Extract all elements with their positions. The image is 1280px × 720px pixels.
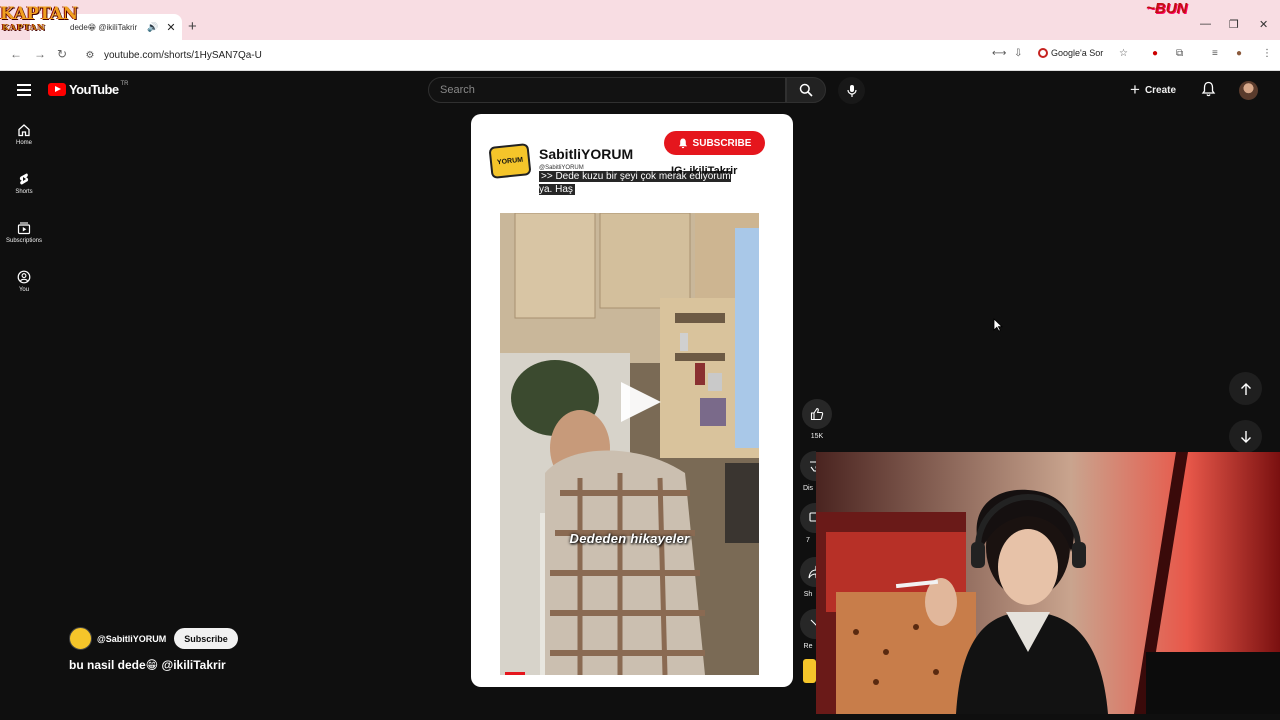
plus-icon: + — [1130, 80, 1140, 99]
streamer-logo-overlay: KAPTAN KAPTAN — [0, 4, 80, 34]
extension-icon[interactable]: ● — [1152, 48, 1158, 59]
browser-toolbar: ← → ↻ ⚙ youtube.com/shorts/1HySAN7Qa-U ⟷… — [0, 40, 1280, 71]
subscribe-label: Subscribe — [184, 633, 228, 644]
streamer-logo-text: KAPTAN — [0, 4, 78, 24]
media-controls-icon[interactable]: ≡ — [1212, 48, 1218, 59]
google-lens-icon — [1038, 48, 1048, 58]
like-button[interactable]: 15K — [800, 399, 834, 440]
streamer-logo-subtext: KAPTAN — [2, 22, 46, 32]
bookmark-star-icon[interactable]: ☆ — [1119, 48, 1128, 59]
subscribe-banner-label: SUBSCRIBE — [692, 137, 752, 149]
next-short-button[interactable] — [1229, 420, 1262, 453]
sidebar-item-shorts[interactable]: Shorts — [0, 172, 48, 195]
channel-logo-text: YORUM — [496, 156, 524, 166]
subscribe-banner-button[interactable]: SUBSCRIBE — [664, 131, 765, 155]
close-tab-icon[interactable]: ✕ — [166, 21, 175, 34]
thumbs-down-icon — [810, 461, 816, 472]
browser-tab-strip: dede😁 @ikiliTakrir 🔊 ✕ + ~BUN — ❐ ✕ — [0, 0, 1280, 40]
translate-icon[interactable]: ⟷ — [992, 48, 1006, 59]
create-label: Create — [1144, 84, 1177, 96]
url-text: youtube.com/shorts/1HySAN7Qa-U — [104, 50, 262, 61]
voice-search-button[interactable] — [838, 77, 865, 104]
home-icon — [18, 124, 30, 137]
close-window-icon[interactable]: ✕ — [1259, 18, 1268, 31]
arrow-down-icon — [1240, 430, 1251, 443]
channel-logo: YORUM — [488, 142, 532, 180]
youtube-play-icon — [48, 83, 66, 96]
channel-handle-link[interactable]: @SabitliYORUM — [97, 634, 166, 644]
reload-icon[interactable]: ↻ — [57, 47, 67, 61]
sidebar-item-label: You — [18, 287, 30, 293]
tab-title: dede😁 @ikiliTakrir — [70, 22, 138, 32]
thumbs-up-icon — [810, 407, 824, 421]
remix-label: Re — [803, 643, 813, 650]
short-title: bu nasil dede😁 @ikiliTakrir — [69, 658, 226, 672]
channel-name: SabitliYORUM — [539, 146, 634, 162]
microphone-icon — [846, 84, 857, 97]
comments-count: 7 — [806, 537, 810, 544]
sidebar-item-label: Subscriptions — [5, 238, 43, 244]
remix-button[interactable]: Re — [800, 609, 816, 650]
like-count: 15K — [810, 433, 824, 440]
restore-icon[interactable]: ❐ — [1229, 18, 1239, 31]
sidebar-item-label: Home — [15, 140, 32, 146]
ask-google-button[interactable]: Google'a Sor — [1038, 48, 1103, 58]
sidebar-item-home[interactable]: Home — [0, 123, 48, 146]
minimize-icon[interactable]: — — [1200, 18, 1211, 30]
site-info-icon[interactable]: ⚙ — [80, 50, 100, 61]
bell-icon — [678, 138, 687, 148]
video-scene-image — [500, 213, 759, 675]
address-bar[interactable]: ⚙ youtube.com/shorts/1HySAN7Qa-U — [80, 44, 1140, 67]
subscribe-button[interactable]: Subscribe — [174, 628, 238, 649]
youtube-logo-text: YouTube — [69, 82, 119, 97]
mouse-cursor-icon — [993, 318, 1003, 332]
dislike-button[interactable]: Dis — [800, 451, 816, 492]
create-button[interactable]: + Create — [1130, 79, 1176, 101]
new-tab-button[interactable]: + — [188, 18, 197, 35]
notifications-bell-icon[interactable] — [1201, 81, 1216, 102]
share-label: Sh — [803, 591, 813, 598]
share-button[interactable]: Sh — [800, 557, 816, 598]
menu-dots-icon[interactable]: ⋮ — [1262, 48, 1272, 59]
video-progress-bar[interactable] — [505, 672, 525, 675]
you-icon — [17, 270, 31, 284]
youtube-logo[interactable]: YouTube TR — [48, 80, 129, 97]
country-code: TR — [120, 80, 129, 87]
overlay-sticker: ~BUN — [1146, 0, 1188, 17]
account-avatar[interactable] — [1239, 81, 1258, 100]
search-input[interactable]: Search — [428, 77, 786, 103]
extensions-puzzle-icon[interactable]: ⧉ — [1176, 48, 1183, 59]
remix-icon — [810, 619, 816, 626]
install-icon[interactable]: ⇩ — [1014, 48, 1022, 59]
back-icon[interactable]: ← — [10, 47, 22, 61]
webcam-feed-image — [816, 452, 1280, 714]
shorts-icon — [19, 173, 29, 185]
hamburger-menu-icon[interactable] — [17, 84, 31, 96]
share-icon — [808, 565, 816, 579]
forward-icon[interactable]: → — [34, 47, 46, 61]
video-frame[interactable]: Dededen hikayeler — [500, 213, 759, 675]
channel-avatar[interactable] — [69, 627, 92, 650]
search-placeholder: Search — [440, 84, 475, 96]
sidebar-item-you[interactable]: You — [0, 270, 48, 293]
sidebar-item-subscriptions[interactable]: Subscriptions — [0, 221, 48, 244]
speaker-icon[interactable]: 🔊 — [147, 22, 158, 33]
webcam-overlay — [816, 452, 1280, 714]
dislike-label: Dis — [802, 485, 814, 492]
sidebar-item-label: Shorts — [15, 189, 33, 195]
comments-button[interactable]: 7 — [800, 503, 816, 544]
arrow-up-icon — [1240, 382, 1251, 395]
video-overlay-text: Dededen hikayeler — [569, 531, 690, 546]
subscriptions-icon — [17, 222, 31, 235]
search-button[interactable] — [786, 77, 826, 103]
sound-thumbnail[interactable] — [803, 659, 816, 683]
previous-short-button[interactable] — [1229, 372, 1262, 405]
play-overlay-icon[interactable] — [617, 380, 669, 424]
ask-google-label: Google'a Sor — [1051, 48, 1104, 58]
video-caption: >> Dede kuzu bir şeyi çok merak ediyorum… — [539, 171, 731, 195]
short-metadata: @SabitliYORUM Subscribe bu nasil dede😁 @… — [69, 627, 238, 672]
search-icon — [799, 83, 813, 97]
profile-avatar-icon[interactable]: ● — [1236, 48, 1242, 59]
comment-icon — [809, 512, 816, 522]
